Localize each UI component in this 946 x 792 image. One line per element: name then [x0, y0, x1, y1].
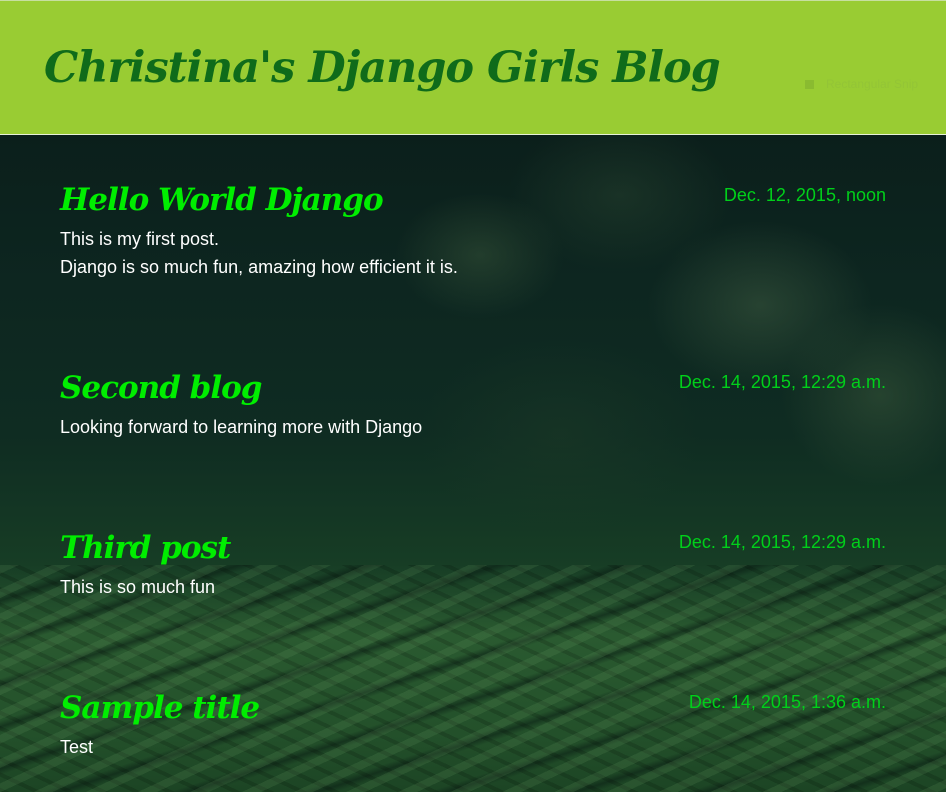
post-body: Looking forward to learning more with Dj… [60, 413, 886, 441]
post: Third post Dec. 14, 2015, 12:29 a.m. Thi… [60, 530, 886, 601]
post-date: Dec. 14, 2015, 12:29 a.m. [678, 532, 886, 552]
post-body-line: Test [60, 737, 94, 757]
post-date: Dec. 14, 2015, 1:36 a.m. [688, 692, 886, 712]
post: Hello World Django Dec. 12, 2015, noon T… [60, 182, 886, 281]
post: Sample title Dec. 14, 2015, 1:36 a.m. Te… [60, 690, 886, 761]
snip-tool-overlay: Rectangular Snip [805, 77, 918, 91]
post-date: Dec. 12, 2015, noon [723, 185, 886, 205]
post-date: Dec. 14, 2015, 12:29 a.m. [678, 372, 886, 392]
post-body-line: This is so much fun [60, 577, 216, 597]
post-body: This is so much fun [60, 573, 886, 601]
content-area: Hello World Django Dec. 12, 2015, noon T… [0, 135, 946, 792]
snip-icon [805, 80, 814, 89]
post-body-line: This is my first post. [60, 229, 220, 249]
snip-tool-label: Rectangular Snip [826, 77, 919, 91]
post-body: This is my first post. Django is so much… [60, 225, 886, 281]
page-header: Christina's Django Girls Blog Rectangula… [0, 0, 946, 135]
site-title-link[interactable]: Christina's Django Girls Blog [44, 43, 721, 93]
post-body-line: Django is so much fun, amazing how effic… [60, 257, 458, 277]
post-body: Test [60, 733, 886, 761]
post-body-line: Looking forward to learning more with Dj… [60, 417, 423, 437]
post: Second blog Dec. 14, 2015, 12:29 a.m. Lo… [60, 370, 886, 441]
